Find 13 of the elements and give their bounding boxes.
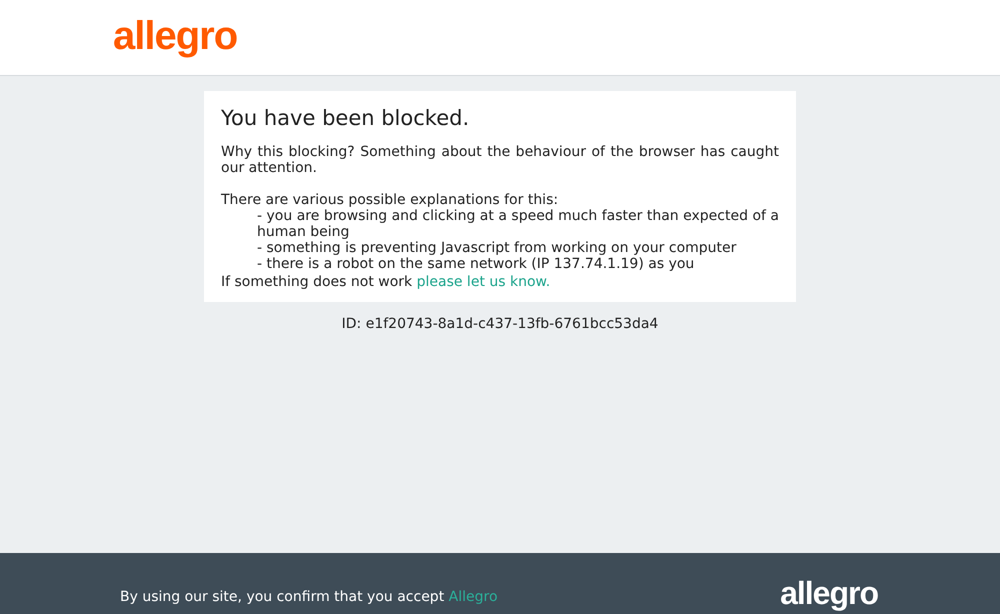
reasons-heading: There are various possible explanations for this: bbox=[221, 192, 560, 208]
reason-item: - you are browsing and clicking at a speed much faster than expected of a human being bbox=[256, 208, 779, 240]
allegro-logo[interactable]: allegro bbox=[113, 16, 238, 60]
contact-link[interactable]: please let us know. bbox=[416, 274, 550, 290]
footer-text: By using our site, you confirm that you accept bbox=[120, 589, 444, 605]
footer-link[interactable]: Allegro bbox=[448, 589, 498, 605]
request-id: ID: e1f20743-8a1d-c437-13fb-6761bcc53da4 bbox=[342, 316, 658, 332]
reason-item: - there is a robot on the same network (IP 137.74.1.19) as you bbox=[256, 256, 696, 272]
allegro-logo[interactable]: allegro bbox=[780, 575, 878, 611]
reason-item: - something is preventing Javascript from working on your computer bbox=[256, 240, 738, 256]
notice-title: You have been blocked. bbox=[221, 105, 470, 131]
contact-text: If something does not work bbox=[221, 274, 412, 290]
notice-text: Why this blocking? Something about the behaviour of the browser has caught our attention. bbox=[221, 144, 779, 176]
